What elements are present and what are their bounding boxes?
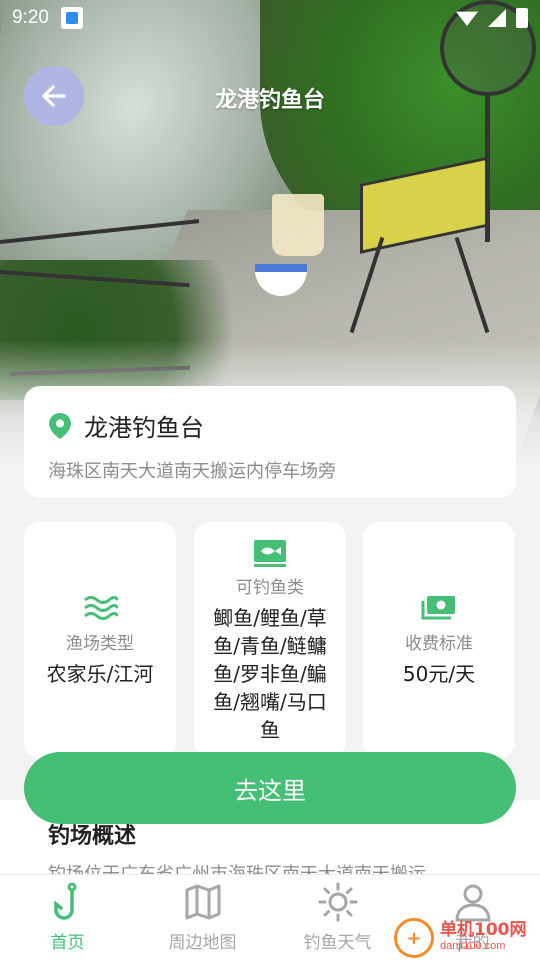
fish-species-value: 鲫鱼/鲤鱼/草鱼/青鱼/鲢鳙鱼/罗非鱼/鳊鱼/翘嘴/马口鱼 — [213, 605, 327, 742]
nav-map[interactable]: 周边地图 — [135, 875, 270, 960]
back-button[interactable] — [24, 66, 84, 126]
sun-icon — [318, 882, 357, 922]
watermark-text: 单机100网 — [440, 920, 527, 940]
location-address: 海珠区南天大道南天搬运内停车场旁 — [48, 461, 336, 482]
fish-icon — [254, 539, 286, 567]
fish-species-card: 可钓鱼类 鲫鱼/鲤鱼/草鱼/青鱼/鲢鳙鱼/罗非鱼/鳊鱼/翘嘴/马口鱼 — [194, 522, 346, 758]
fishery-type-card: 渔场类型 农家乐/江河 — [24, 522, 176, 758]
fee-label: 收费标准 — [405, 633, 473, 654]
nav-map-label: 周边地图 — [168, 933, 237, 953]
watermark: + 单机100网 danji100.com — [394, 916, 540, 960]
lock-notification-icon — [60, 7, 83, 29]
battery-icon — [516, 8, 528, 28]
signal-icon — [488, 9, 506, 27]
fishery-type-value: 农家乐/江河 — [46, 661, 154, 686]
status-bar: 9:20 — [0, 0, 540, 36]
arrow-left-icon — [42, 85, 66, 107]
money-icon — [421, 595, 455, 619]
go-here-button[interactable]: 去这里 — [24, 752, 516, 824]
fish-species-label: 可钓鱼类 — [236, 577, 304, 598]
nav-home[interactable]: 首页 — [0, 875, 135, 960]
fee-card: 收费标准 50元/天 — [363, 522, 515, 758]
location-pin-icon — [49, 412, 71, 439]
nav-weather-label: 钓鱼天气 — [303, 933, 372, 953]
watermark-logo-icon: + — [394, 918, 434, 958]
fishery-type-label: 渔场类型 — [66, 633, 134, 654]
map-icon — [185, 884, 220, 920]
fee-value: 50元/天 — [402, 661, 476, 686]
status-time: 9:20 — [12, 7, 49, 28]
watermark-url: danji100.com — [440, 940, 506, 952]
location-card: 龙港钓鱼台 海珠区南天大道南天搬运内停车场旁 — [24, 386, 516, 498]
fishing-hook-icon — [53, 882, 76, 920]
location-name: 龙港钓鱼台 — [84, 414, 204, 442]
wifi-icon — [456, 11, 478, 26]
waves-icon — [84, 595, 118, 620]
nav-weather[interactable]: 钓鱼天气 — [270, 875, 405, 960]
nav-home-label: 首页 — [50, 933, 85, 953]
screen: 9:20 龙港钓鱼台 龙港钓鱼台 海珠区南天大道南天搬运内停车场旁 渔场类型 农… — [0, 0, 540, 960]
